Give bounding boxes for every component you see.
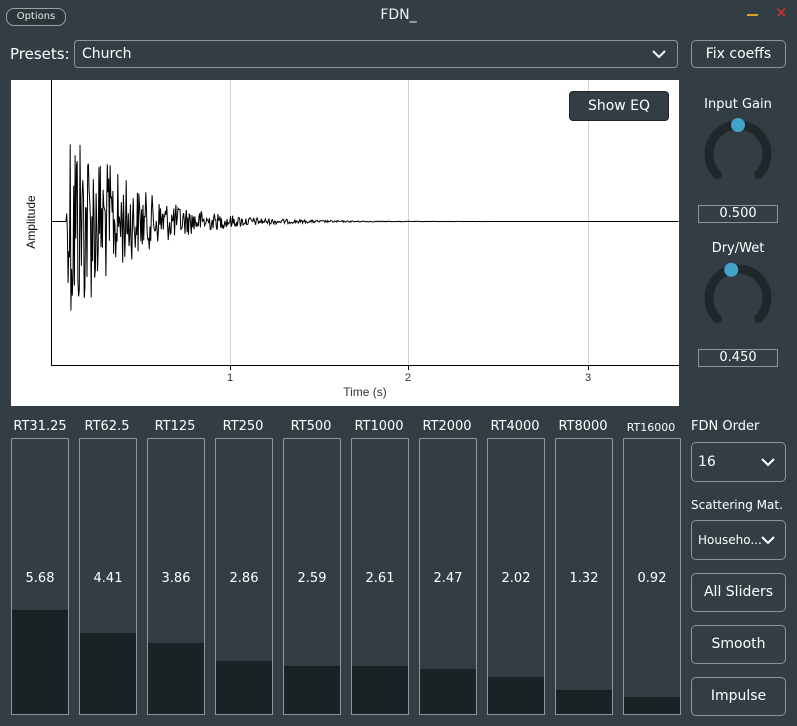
y-axis-label: Amplitude	[24, 195, 38, 249]
slider-fill	[284, 666, 340, 714]
slider-value: 2.02	[501, 571, 531, 586]
slider-value: 5.68	[25, 571, 55, 586]
slider-value: 4.41	[93, 571, 123, 586]
band-slider[interactable]: 2.47	[419, 438, 477, 715]
band-label: RT8000	[558, 419, 608, 434]
input-gain-value[interactable]: 0.500	[698, 205, 778, 223]
band-label: RT2000	[422, 419, 472, 434]
slider-fill	[148, 643, 204, 714]
knob-track	[704, 120, 772, 180]
chevron-down-icon	[761, 458, 775, 467]
band-slider[interactable]: 3.86	[147, 438, 205, 715]
presets-dropdown[interactable]: Church	[74, 40, 678, 68]
scattering-dropdown[interactable]: Househo...	[691, 520, 786, 560]
dry-wet-label: Dry/Wet	[711, 241, 765, 256]
input-gain-label: Input Gain	[704, 97, 772, 112]
app-title: FDN_	[380, 7, 417, 23]
close-icon[interactable]: ✕	[775, 3, 788, 23]
slider-fill	[556, 689, 612, 714]
band-slider[interactable]: 5.68	[11, 438, 69, 715]
all-sliders-button[interactable]: All Sliders	[691, 573, 786, 612]
scattering-value: Househo...	[698, 533, 762, 547]
dry-wet-value[interactable]: 0.450	[698, 349, 778, 367]
slider-fill	[420, 668, 476, 714]
knob-track	[704, 264, 772, 324]
band-label: RT250	[222, 419, 264, 434]
slider-value: 2.86	[229, 571, 259, 586]
slider-value: 1.32	[569, 571, 599, 586]
chevron-down-icon	[761, 536, 775, 545]
slider-value: 0.92	[637, 571, 667, 586]
band-slider[interactable]: 2.02	[487, 438, 545, 715]
fdn-order-dropdown[interactable]: 16	[691, 442, 786, 482]
plot-canvas: 1 2 3 Time (s) Amplitude	[24, 80, 679, 399]
smooth-button[interactable]: Smooth	[691, 625, 786, 664]
slider-value: 2.47	[433, 571, 463, 586]
presets-value: Church	[82, 46, 132, 62]
knob-thumb[interactable]	[724, 262, 739, 277]
x-axis-label: Time (s)	[343, 385, 387, 399]
x-tick-label: 3	[585, 372, 591, 384]
impulse-response-plot: 1 2 3 Time (s) Amplitude Show EQ	[11, 80, 679, 406]
fdn-order-value: 16	[698, 454, 716, 470]
presets-label: Presets:	[10, 45, 70, 63]
minimize-icon[interactable]	[747, 5, 759, 19]
band-label: RT4000	[490, 419, 540, 434]
slider-value: 3.86	[161, 571, 191, 586]
slider-fill	[12, 609, 68, 714]
chevron-down-icon	[652, 50, 666, 59]
slider-fill	[488, 676, 544, 714]
band-label: RT16000	[626, 421, 676, 434]
slider-fill	[80, 632, 136, 714]
band-label: RT31.25	[13, 419, 67, 434]
slider-fill	[216, 661, 272, 714]
impulse-button[interactable]: Impulse	[691, 677, 786, 716]
band-label: RT125	[154, 419, 196, 434]
band-slider[interactable]: 0.92	[623, 438, 681, 715]
band-slider[interactable]: 4.41	[79, 438, 137, 715]
band-slider[interactable]: 2.61	[351, 438, 409, 715]
x-tick-label: 2	[405, 372, 411, 384]
dry-wet-knob[interactable]	[700, 260, 776, 336]
fix-coeffs-button[interactable]: Fix coeffs	[691, 40, 786, 68]
knob-thumb[interactable]	[731, 118, 745, 132]
band-slider[interactable]: 2.86	[215, 438, 273, 715]
band-slider[interactable]: 1.32	[555, 438, 613, 715]
slider-value: 2.61	[365, 571, 395, 586]
slider-fill	[624, 697, 680, 714]
band-label: RT500	[290, 419, 332, 434]
input-gain-knob[interactable]	[700, 116, 776, 192]
band-slider[interactable]: 2.59	[283, 438, 341, 715]
x-tick-label: 1	[227, 372, 233, 384]
show-eq-button[interactable]: Show EQ	[569, 91, 669, 121]
band-label: RT62.5	[84, 419, 130, 434]
scattering-label: Scattering Mat.	[691, 498, 783, 512]
band-label: RT1000	[354, 419, 404, 434]
waveform-trace	[65, 144, 679, 311]
slider-value: 2.59	[297, 571, 327, 586]
title-bar: Options FDN_ ✕	[0, 0, 797, 32]
fdn-order-label: FDN Order	[691, 419, 760, 434]
slider-fill	[352, 666, 408, 714]
